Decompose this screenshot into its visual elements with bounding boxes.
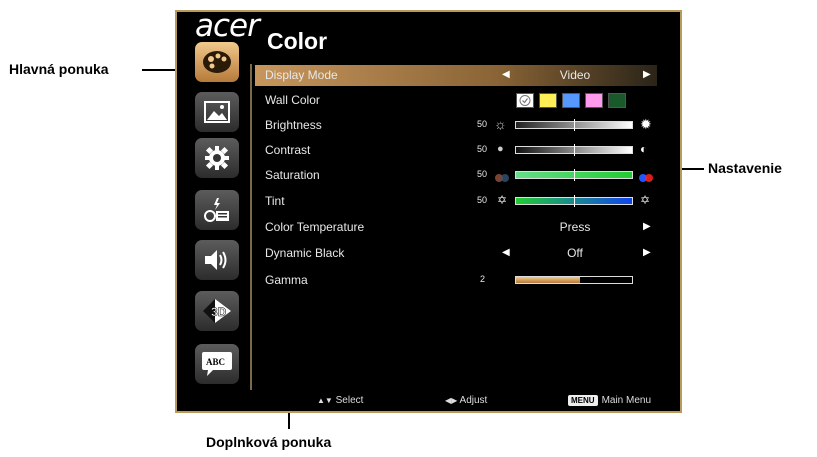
sidebar-gear-icon[interactable] [195,138,239,178]
row-contrast[interactable]: Contrast 50 ● ◐ [255,140,657,161]
sidebar-color-palette-icon[interactable] [195,42,239,82]
slider-marker [574,169,575,181]
menu-key-icon: MENU [568,395,598,406]
wall-color-green-swatch[interactable] [608,93,626,108]
color-temperature-value: Press [559,220,591,234]
tint-slider[interactable] [515,195,633,207]
callout-submenu: Doplnková ponuka [206,434,332,450]
footer-select-label: Select [335,395,364,406]
right-arrow-icon[interactable]: ▶ [643,69,651,80]
row-label: Contrast [265,143,311,157]
dim-sun-icon: ☼ [494,116,507,132]
row-label: Brightness [265,118,322,132]
slider-marker [574,195,575,207]
tint-high-icon: ✡ [640,193,651,207]
row-label: Tint [265,194,285,208]
row-dynamic-black[interactable]: Dynamic Black ◀ Off ▶ [255,243,657,264]
sidebar-picture-icon[interactable] [195,92,239,132]
brightness-slider[interactable] [515,119,633,131]
high-saturation-icon [638,170,654,182]
footer-menu-hint: MENU Main Menu [568,395,651,406]
osd-menu: acer 3D ABC Color Display Mode ◀ Video ▶… [175,8,682,413]
acer-logo: acer [195,8,260,44]
wall-color-yellow-swatch[interactable] [539,93,557,108]
low-saturation-icon [494,170,510,182]
right-arrow-icon[interactable]: ▶ [643,221,651,232]
right-arrow-icon[interactable]: ▶ [643,247,651,258]
sidebar-speaker-icon[interactable] [195,240,239,280]
svg-text:ABC: ABC [206,357,225,367]
bright-sun-icon: ✹ [640,116,652,132]
wall-color-pink-swatch[interactable] [585,93,603,108]
saturation-value: 50 [477,169,488,179]
gamma-slider-fill [516,277,580,283]
callout-settings: Nastavenie [708,160,782,176]
contrast-slider[interactable] [515,144,633,156]
slider-marker [574,119,575,131]
row-display-mode[interactable]: Display Mode ◀ Video ▶ [255,65,657,86]
left-arrow-icon[interactable]: ◀ [502,247,510,258]
row-color-temperature[interactable]: Color Temperature Press ▶ [255,217,657,238]
tint-low-icon: ✡ [497,193,508,207]
row-wall-color[interactable]: Wall Color [255,90,657,111]
brightness-value: 50 [477,119,488,129]
sidebar-projector-management-icon[interactable] [195,190,239,230]
dynamic-black-value: Off [567,246,583,260]
row-tint[interactable]: Tint 50 ✡ ✡ [255,191,657,212]
wall-color-white-swatch[interactable] [516,93,534,108]
saturation-slider[interactable] [515,169,633,181]
footer-select-hint: ▲▼ Select [317,395,363,406]
gamma-slider[interactable] [515,276,633,284]
footer-adjust-hint: ◀▶ Adjust [445,395,487,406]
low-contrast-icon: ● [497,143,504,155]
slider-marker [574,144,575,156]
row-gamma[interactable]: Gamma 2 [255,270,657,291]
sidebar-3d-icon[interactable]: 3D [195,291,239,331]
high-contrast-icon: ◐ [640,142,648,156]
row-label: Display Mode [265,68,338,82]
page-title: Color [267,28,328,54]
left-arrow-icon[interactable]: ◀ [502,69,510,80]
row-brightness[interactable]: Brightness 50 ☼ ✹ [255,115,657,136]
row-label: Dynamic Black [265,246,345,260]
footer-main-menu-label: Main Menu [601,395,652,406]
left-right-arrows-icon: ◀▶ [445,396,458,405]
callout-main-menu: Hlavná ponuka [9,61,109,77]
wall-color-blue-swatch[interactable] [562,93,580,108]
row-saturation[interactable]: Saturation 50 [255,165,657,186]
row-label: Color Temperature [265,220,365,234]
row-label: Saturation [265,168,320,182]
sidebar-language-icon[interactable]: ABC [195,344,239,384]
sidebar-divider [250,64,252,390]
gamma-value: 2 [480,274,486,284]
contrast-value: 50 [477,144,488,154]
display-mode-value: Video [559,68,591,82]
row-label: Gamma [265,273,308,287]
footer-adjust-label: Adjust [459,395,488,406]
tint-value: 50 [477,195,488,205]
up-down-arrows-icon: ▲▼ [317,396,333,405]
svg-text:3D: 3D [211,305,227,319]
row-label: Wall Color [265,93,320,107]
